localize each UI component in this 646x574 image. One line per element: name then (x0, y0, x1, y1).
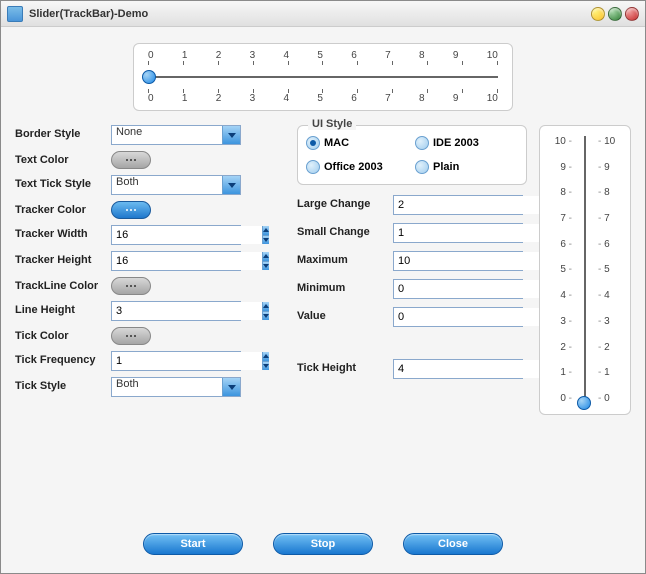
spin-up-icon[interactable] (263, 226, 269, 236)
vslider-right-ruler: - 10 - 9 - 8 - 7 - 6 - 5 - 4 - 3 - 2 - 1… (596, 136, 615, 404)
start-button[interactable]: Start (143, 533, 243, 555)
tracker-width-spinner[interactable] (111, 225, 241, 245)
horizontal-slider: 012345678910 012345678910 (133, 43, 513, 111)
radio-ide2003[interactable]: IDE 2003 (415, 136, 518, 150)
vslider-left-ruler: 10 - 9 - 8 - 7 - 6 - 5 - 4 - 3 - 2 - 1 -… (555, 136, 574, 404)
line-height-spinner[interactable] (111, 301, 241, 321)
radio-mac[interactable]: MAC (306, 136, 409, 150)
hslider-top-ruler: 012345678910 (148, 50, 498, 61)
large-change-label: Large Change (297, 195, 387, 215)
chevron-down-icon[interactable] (222, 126, 240, 144)
vslider-thumb[interactable] (577, 396, 591, 410)
right-panel: 10 - 9 - 8 - 7 - 6 - 5 - 4 - 3 - 2 - 1 -… (539, 125, 631, 519)
large-change-spinner[interactable] (393, 195, 523, 215)
minimum-spinner[interactable] (393, 279, 523, 299)
radio-plain[interactable]: Plain (415, 160, 518, 174)
hslider-track[interactable] (148, 67, 498, 87)
spin-up-icon[interactable] (263, 352, 269, 362)
tick-frequency-spinner[interactable] (111, 351, 241, 371)
close-window-button[interactable] (625, 7, 639, 21)
window-title: Slider(TrackBar)-Demo (29, 8, 591, 20)
spin-down-icon[interactable] (263, 262, 269, 271)
spin-up-icon[interactable] (263, 252, 269, 262)
button-row: Start Stop Close (15, 533, 631, 563)
text-tick-style-label: Text Tick Style (15, 175, 105, 195)
radio-icon[interactable] (415, 160, 429, 174)
text-tick-style-combo[interactable]: Both (111, 175, 241, 195)
hslider-thumb[interactable] (142, 70, 156, 84)
spin-down-icon[interactable] (263, 236, 269, 245)
vertical-slider: 10 - 9 - 8 - 7 - 6 - 5 - 4 - 3 - 2 - 1 -… (539, 125, 631, 415)
radio-icon[interactable] (415, 136, 429, 150)
small-change-label: Small Change (297, 223, 387, 243)
middle-panel: UI Style MAC IDE 2003 Office 2003 Plain … (297, 125, 527, 519)
minimize-button[interactable] (591, 7, 605, 21)
maximum-spinner[interactable] (393, 251, 523, 271)
tick-frequency-label: Tick Frequency (15, 351, 105, 371)
tracker-width-label: Tracker Width (15, 225, 105, 245)
text-color-button[interactable] (111, 151, 151, 169)
tick-color-label: Tick Color (15, 327, 105, 345)
value-spinner[interactable] (393, 307, 523, 327)
chevron-down-icon[interactable] (222, 378, 240, 396)
border-style-label: Border Style (15, 125, 105, 145)
border-style-combo[interactable]: None (111, 125, 241, 145)
radio-office2003[interactable]: Office 2003 (306, 160, 409, 174)
spin-down-icon[interactable] (263, 362, 269, 371)
vslider-track[interactable] (574, 136, 596, 404)
tracker-color-button[interactable] (111, 201, 151, 219)
radio-icon[interactable] (306, 160, 320, 174)
app-window: Slider(TrackBar)-Demo 012345678910 01234… (0, 0, 646, 574)
spin-up-icon[interactable] (263, 302, 269, 312)
line-height-label: Line Height (15, 301, 105, 321)
value-label: Value (297, 307, 387, 327)
tracker-color-label: Tracker Color (15, 201, 105, 219)
small-change-spinner[interactable] (393, 223, 523, 243)
spin-down-icon[interactable] (263, 312, 269, 321)
trackline-color-label: TrackLine Color (15, 277, 105, 295)
trackline-color-button[interactable] (111, 277, 151, 295)
radio-icon[interactable] (306, 136, 320, 150)
tick-style-combo[interactable]: Both (111, 377, 241, 397)
tick-style-label: Tick Style (15, 377, 105, 397)
titlebar: Slider(TrackBar)-Demo (1, 1, 645, 27)
close-button[interactable]: Close (403, 533, 503, 555)
text-color-label: Text Color (15, 151, 105, 169)
tick-height-spinner[interactable] (393, 359, 523, 379)
maximize-button[interactable] (608, 7, 622, 21)
maximum-label: Maximum (297, 251, 387, 271)
hslider-bottom-ruler: 012345678910 (148, 93, 498, 104)
app-icon (7, 6, 23, 22)
tick-color-button[interactable] (111, 327, 151, 345)
tracker-height-label: Tracker Height (15, 251, 105, 271)
tracker-height-spinner[interactable] (111, 251, 241, 271)
minimum-label: Minimum (297, 279, 387, 299)
tick-height-label: Tick Height (297, 359, 387, 379)
left-panel: Border Style None Text Color Text Tick S… (15, 125, 285, 519)
ui-style-group: UI Style MAC IDE 2003 Office 2003 Plain (297, 125, 527, 185)
stop-button[interactable]: Stop (273, 533, 373, 555)
chevron-down-icon[interactable] (222, 176, 240, 194)
